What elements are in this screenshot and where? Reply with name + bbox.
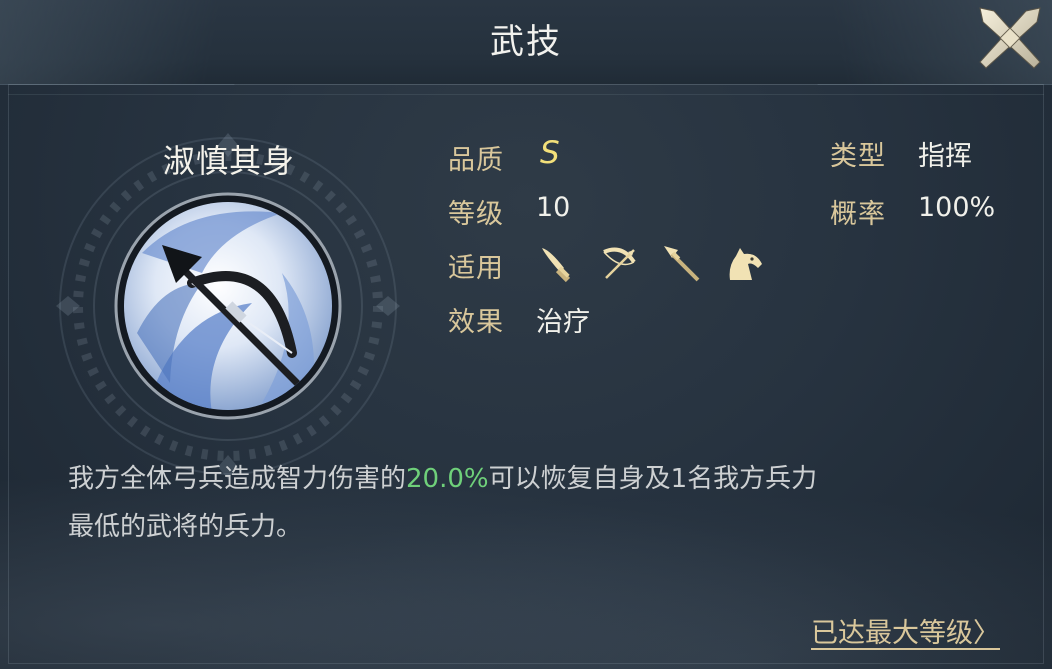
quality-value: S — [540, 135, 560, 171]
description-line2: 最低的武将的兵力。 — [68, 512, 303, 542]
type-row: 类型 指挥 — [830, 134, 972, 173]
level-value: 10 — [536, 192, 571, 223]
page-title: 武技 — [490, 22, 562, 62]
applicable-troop-icons — [536, 242, 766, 286]
type-label: 类型 — [830, 141, 886, 172]
rate-label: 概率 — [830, 199, 886, 230]
close-button[interactable] — [974, 2, 1046, 74]
quality-label: 品质 — [448, 145, 504, 176]
skill-emblem — [56, 133, 400, 479]
description-highlight: 20.0% — [406, 464, 489, 494]
rate-row: 概率 100% — [830, 192, 995, 231]
effect-value: 治疗 — [536, 307, 590, 338]
type-value: 指挥 — [918, 141, 972, 172]
description-text: 我方全体弓兵造成智力伤害的 — [68, 464, 407, 494]
max-level-link[interactable]: 已达最大等级〉 — [811, 611, 1000, 650]
level-row: 等级 10 — [448, 192, 570, 231]
spear-icon — [664, 246, 700, 282]
description-text-cont: 可以恢复自身及1名我方兵力 — [488, 464, 818, 494]
applicable-label: 适用 — [448, 253, 504, 284]
horse-icon — [729, 248, 762, 280]
skill-name: 淑慎其身 — [162, 142, 295, 180]
quality-row: 品质 S — [448, 135, 560, 177]
close-icon — [979, 7, 1041, 69]
applicable-row: 适用 — [448, 246, 762, 285]
skill-description: 我方全体弓兵造成智力伤害的20.0%可以恢复自身及1名我方兵力 最低的武将的兵力… — [68, 455, 988, 551]
saber-icon — [542, 248, 571, 283]
skill-detail-panel: 武技 淑慎其身 品质 S 等级 10 适用 效果 治疗 类型 指挥 概率 100… — [0, 0, 1052, 669]
rate-value: 100% — [918, 192, 996, 223]
effect-label: 效果 — [448, 307, 504, 338]
effect-row: 效果 治疗 — [448, 300, 590, 339]
frame-divider — [8, 94, 1044, 95]
bow-icon — [603, 247, 636, 279]
level-label: 等级 — [448, 199, 504, 230]
